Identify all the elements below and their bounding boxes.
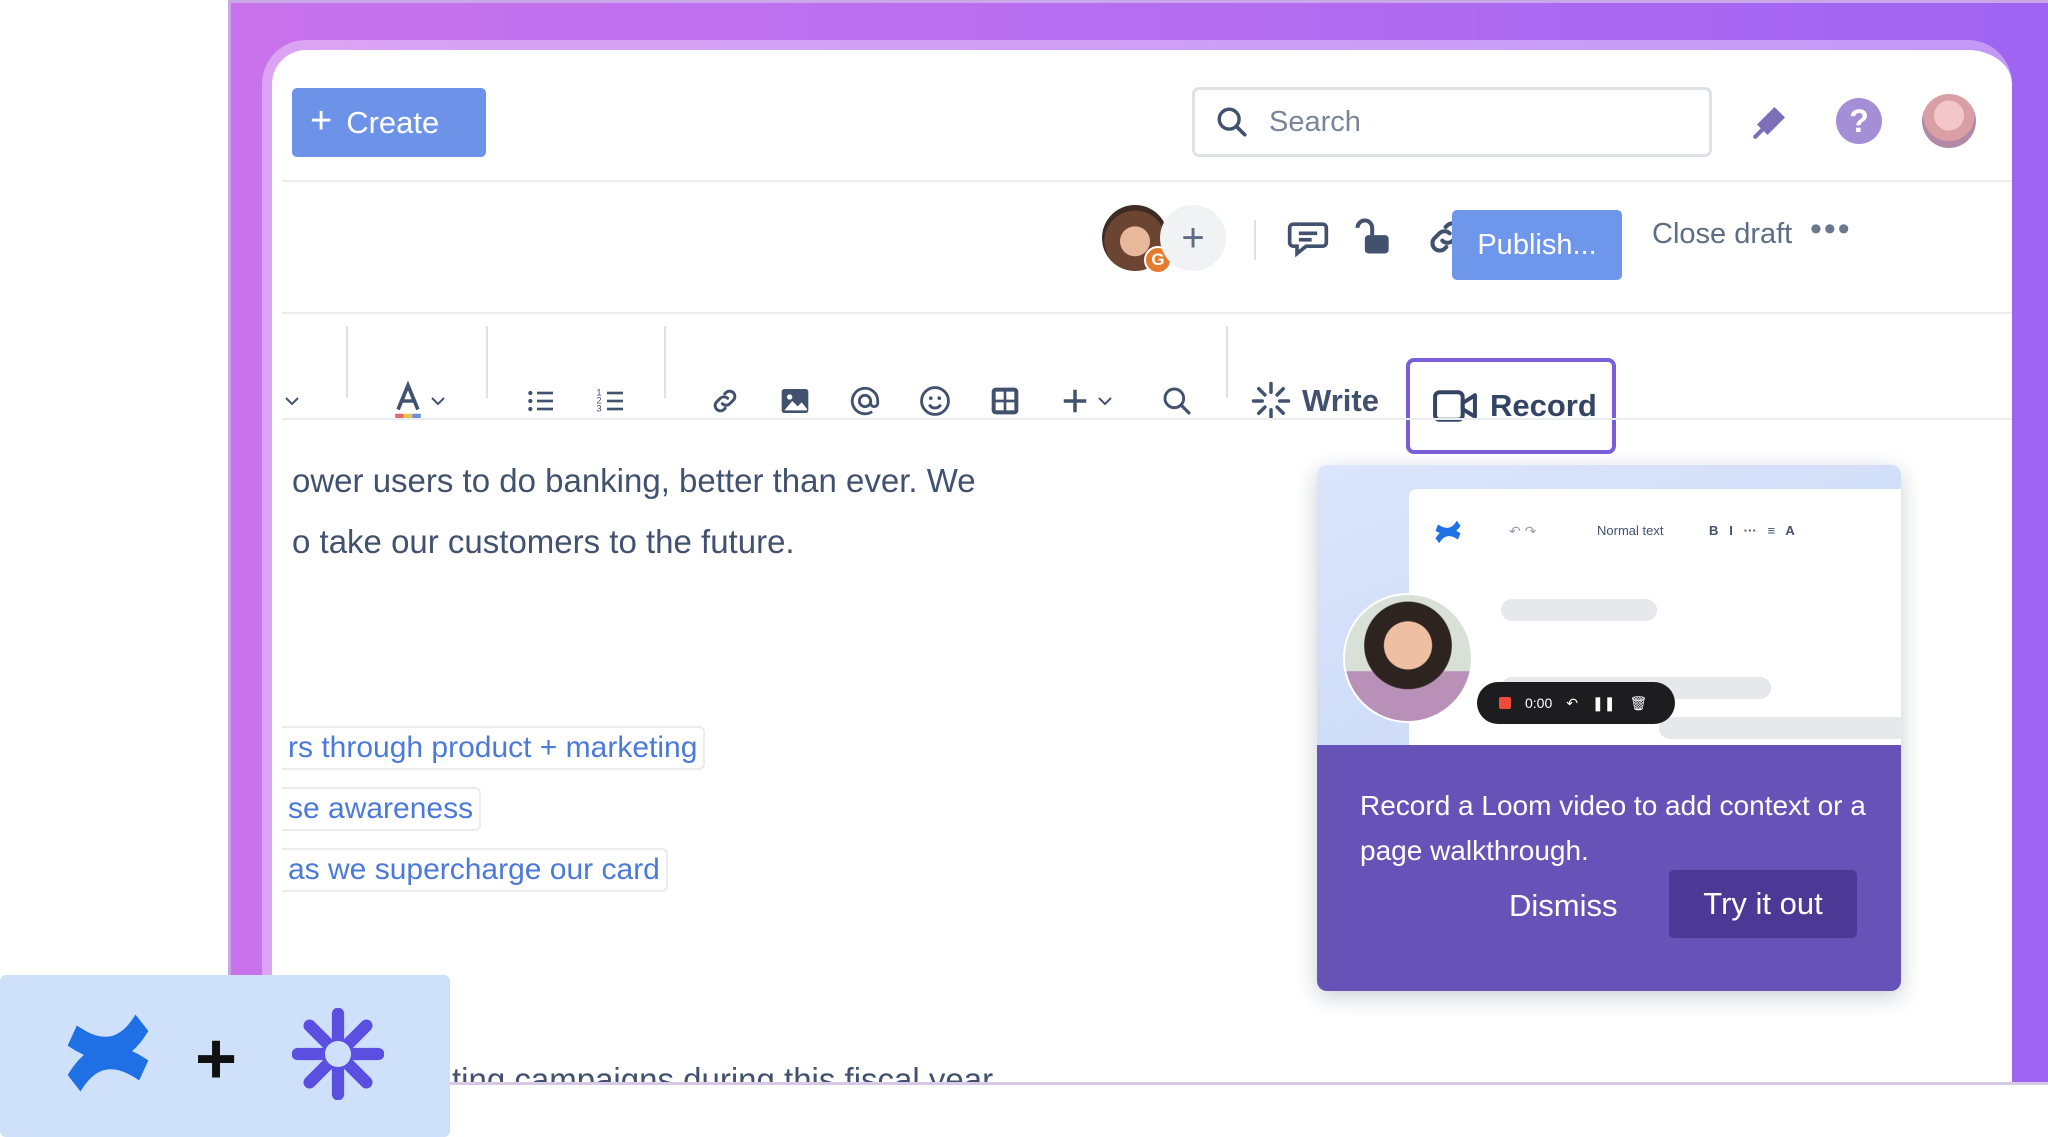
- notification-icon[interactable]: [1748, 98, 1794, 144]
- toolbar-separator: [664, 326, 666, 398]
- skeleton-line: [1501, 599, 1657, 621]
- close-draft-button[interactable]: Close draft: [1652, 218, 1792, 251]
- header-divider: [282, 180, 2012, 182]
- recording-timer: 0:00: [1525, 695, 1553, 711]
- search-icon: [1217, 107, 1247, 137]
- presenter-camera-bubble: [1343, 593, 1473, 723]
- search-input[interactable]: [1269, 105, 1649, 139]
- stage: + Create ? G +: [0, 0, 2048, 1137]
- write-label: Write: [1302, 383, 1379, 418]
- more-icon[interactable]: •••: [1810, 210, 1852, 249]
- confluence-window: + Create ? G +: [262, 40, 2012, 1085]
- trash-icon: 🗑: [1629, 694, 1648, 711]
- skeleton-line: [1659, 717, 1901, 739]
- bottom-border: [450, 1082, 2048, 1085]
- restrictions-icon[interactable]: [1352, 215, 1396, 264]
- popup-body: Record a Loom video to add context or a …: [1317, 745, 1901, 991]
- confluence-mini-logo: [1435, 520, 1461, 544]
- loom-record-popup: ↶ ↷ Normal text B I ··· ≡ A 0:00 ↶ ❚❚ 🗑 …: [1317, 465, 1901, 991]
- loom-logo: [292, 1008, 384, 1100]
- body-paragraph-line: ower users to do banking, better than ev…: [292, 462, 976, 499]
- mini-style-select: Normal text: [1597, 523, 1664, 538]
- plus-icon: +: [195, 1019, 238, 1099]
- ai-write-icon: [1251, 381, 1291, 421]
- confluence-logo: [67, 1014, 149, 1092]
- svg-text:3: 3: [596, 404, 601, 414]
- plus-icon: +: [310, 99, 333, 142]
- record-button[interactable]: Record: [1406, 358, 1616, 454]
- dismiss-button[interactable]: Dismiss: [1509, 888, 1618, 924]
- undo-redo-icons: ↶ ↷: [1509, 523, 1537, 539]
- toolbar-separator: [486, 326, 488, 398]
- linked-text-chip[interactable]: se awareness: [282, 787, 482, 831]
- linked-text-chip[interactable]: as we supercharge our card: [282, 848, 668, 892]
- window-body: + Create ? G +: [282, 60, 2012, 1085]
- create-button[interactable]: + Create: [292, 88, 486, 157]
- stop-icon: [1499, 697, 1511, 709]
- search-box[interactable]: [1192, 87, 1712, 157]
- undo-icon: ↶: [1566, 694, 1578, 711]
- toolbar-bottom-divider: [282, 418, 2012, 420]
- pause-icon: ❚❚: [1591, 694, 1616, 711]
- linked-text-chip[interactable]: rs through product + marketing: [282, 726, 706, 770]
- toolbar-top-divider: [282, 312, 2012, 314]
- mini-format-icons: B I ··· ≡ A: [1709, 523, 1795, 538]
- help-icon[interactable]: ?: [1836, 98, 1882, 144]
- popup-message: Record a Loom video to add context or a …: [1360, 790, 1866, 866]
- comment-icon[interactable]: [1286, 215, 1330, 264]
- try-it-out-button[interactable]: Try it out: [1669, 870, 1857, 938]
- create-label: Create: [346, 104, 440, 140]
- action-separator: [1254, 220, 1256, 260]
- recording-controls: 0:00 ↶ ❚❚ 🗑: [1477, 682, 1675, 724]
- toolbar-separator: [346, 326, 348, 398]
- add-collaborator-button[interactable]: +: [1160, 205, 1226, 271]
- profile-avatar[interactable]: [1922, 94, 1976, 148]
- publish-button[interactable]: Publish...: [1452, 210, 1622, 280]
- toolbar-separator: [1226, 326, 1228, 398]
- popup-preview: ↶ ↷ Normal text B I ··· ≡ A 0:00 ↶ ❚❚ 🗑: [1317, 465, 1901, 745]
- body-paragraph-line: o take our customers to the future.: [292, 523, 795, 560]
